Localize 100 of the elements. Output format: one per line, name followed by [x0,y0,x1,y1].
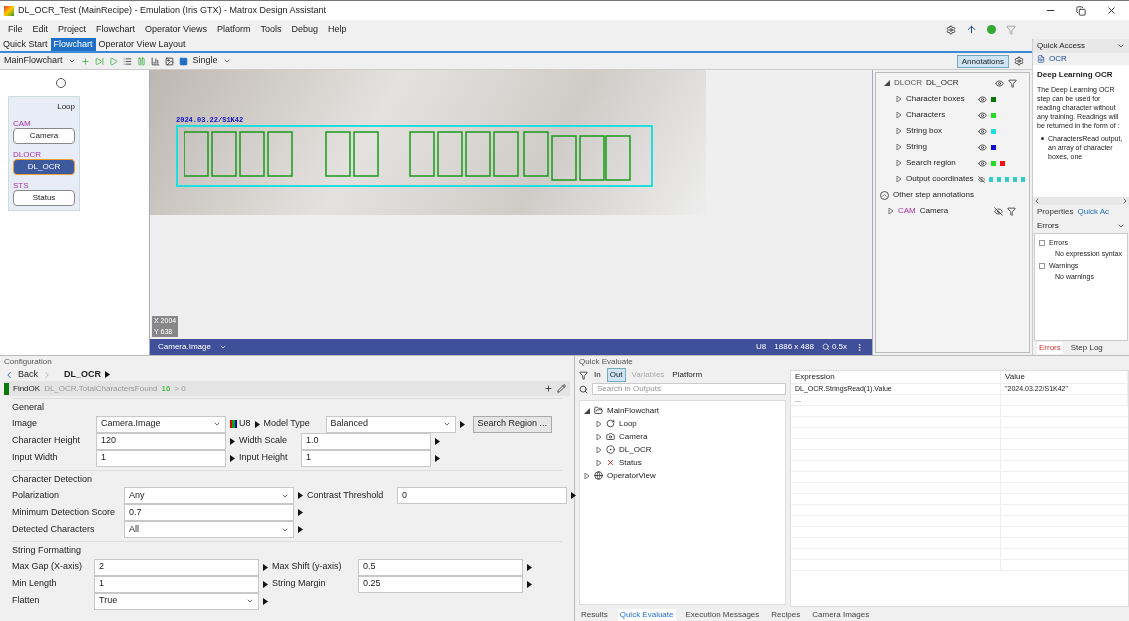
tab[interactable]: Errors [1037,342,1063,354]
field-label: Character Height [12,434,82,448]
back-button[interactable]: Back [18,367,38,382]
tab[interactable]: Quick Start [0,38,51,51]
filter-icon[interactable] [1008,78,1017,88]
visibility-icon[interactable] [978,94,987,104]
back-icon[interactable] [4,369,14,380]
menu-item[interactable]: Platform [216,22,251,37]
filter-icon[interactable] [1006,206,1016,216]
filter-icon[interactable] [579,370,588,380]
menu-item[interactable]: Project [58,22,87,37]
caret-icon[interactable] [218,343,227,351]
visibility-icon[interactable] [978,142,987,152]
annotation-label: String box [906,125,944,137]
tree-item[interactable]: Loop [596,418,781,429]
tab[interactable]: Step Log [1070,342,1103,354]
visibility-icon[interactable] [995,78,1004,88]
image-size: 1886 x 488 [774,341,814,353]
menu-item[interactable]: Tools [260,22,282,37]
dropdown-field[interactable]: Any [124,487,294,504]
stop-icon[interactable] [178,56,188,66]
run-mode-dropdown[interactable]: Single [192,54,218,68]
tree-item[interactable]: OperatorView [584,470,781,481]
filter-toggle[interactable]: In [592,369,603,381]
menu-item[interactable]: Flowchart [96,22,136,37]
input-field[interactable]: 1.0 [301,432,431,450]
input-field[interactable]: 0.5 [358,558,523,576]
flowchart-step[interactable]: Status [13,190,75,206]
caret-icon[interactable] [1117,222,1125,230]
menu-item[interactable]: Operator Views [145,22,207,37]
tab[interactable]: Flowchart [50,38,96,51]
input-field[interactable]: 0 [397,487,567,504]
bullet-icon [1041,137,1044,140]
tree-item[interactable]: DL_OCR [596,444,781,455]
more-icon[interactable] [855,342,864,352]
input-field[interactable]: 0.7 [124,504,294,521]
step-name: Camera [919,205,950,217]
dropdown-field[interactable]: Balanced [325,415,456,433]
filter-toggle[interactable]: Platform [670,369,705,381]
flowchart-step[interactable]: Camera [13,128,75,144]
hidden-icon[interactable] [977,174,985,184]
list-icon[interactable] [122,56,132,66]
visibility-icon[interactable] [978,126,987,136]
tab[interactable]: Quick Evaluate [617,609,676,621]
tab[interactable]: Camera Images [810,609,872,621]
upload-icon[interactable] [966,24,977,35]
collapsed-icon [896,112,902,118]
add-icon[interactable] [544,384,553,393]
tree-item[interactable]: MainFlowchart [584,405,781,416]
section-title: Character Detection [12,472,94,486]
filter-toggle[interactable]: Out [606,368,626,382]
search-field[interactable]: Search in Outputs [592,383,786,395]
tab[interactable]: Properties [1037,206,1074,218]
status-icon [606,458,615,467]
document-icon [1037,55,1045,63]
field-label: Width Scale [239,434,289,448]
step-tag: DLOCR [894,77,922,89]
hidden-icon[interactable] [993,206,1003,216]
caret-icon[interactable] [1117,42,1125,50]
menu-item[interactable]: Debug [291,22,318,37]
section-title: General [12,401,46,414]
scroll-right-icon[interactable] [1121,197,1129,205]
connect-icon[interactable] [987,25,996,34]
arrow-icon [263,597,268,605]
search-region-button[interactable]: Search Region ... [472,415,553,433]
tree-item[interactable]: Status [596,457,781,468]
menu-item[interactable]: File [8,22,23,37]
chart-icon[interactable] [150,56,160,66]
input-field[interactable]: 2 [94,558,259,576]
condition-value: 16 [161,382,171,395]
tree-item[interactable]: Camera [596,431,781,442]
settings-icon[interactable] [946,24,956,35]
tab[interactable]: Results [579,609,610,621]
edit-icon[interactable] [557,384,566,393]
tab[interactable]: Operator View Layout [95,38,189,51]
close-button[interactable] [1106,5,1117,16]
arrow-icon [435,437,440,445]
visibility-icon[interactable] [978,110,987,120]
caret-icon[interactable] [222,57,231,65]
restore-button[interactable] [1076,5,1086,16]
settings-icon[interactable] [1014,56,1024,66]
status-indicator [4,382,9,395]
dropdown-field[interactable]: Camera.Image [96,415,226,433]
tab[interactable]: Recipes [769,609,803,621]
dropdown-field[interactable]: All [124,521,294,538]
scroll-left-icon[interactable] [1033,197,1041,205]
menu-item[interactable]: Help [328,22,347,37]
image-icon[interactable] [164,56,174,66]
image-selector[interactable]: Camera.Image [158,341,211,353]
quick-access-link[interactable]: OCR [1049,53,1067,65]
tab[interactable]: Quick Ac [1077,206,1110,218]
menu-item[interactable]: Edit [32,22,49,37]
visibility-icon[interactable] [978,158,987,168]
flowchart-step[interactable]: DL_OCR [13,159,75,175]
tab[interactable]: Execution Messages [683,609,762,621]
caret-icon[interactable] [67,57,76,65]
step-breadcrumb[interactable]: DL_OCR [64,367,102,382]
field-label: Max Gap (X-axis) [12,560,83,574]
annotations-button[interactable]: Annotations [956,54,1009,68]
flowchart-dropdown[interactable]: MainFlowchart [4,54,63,68]
